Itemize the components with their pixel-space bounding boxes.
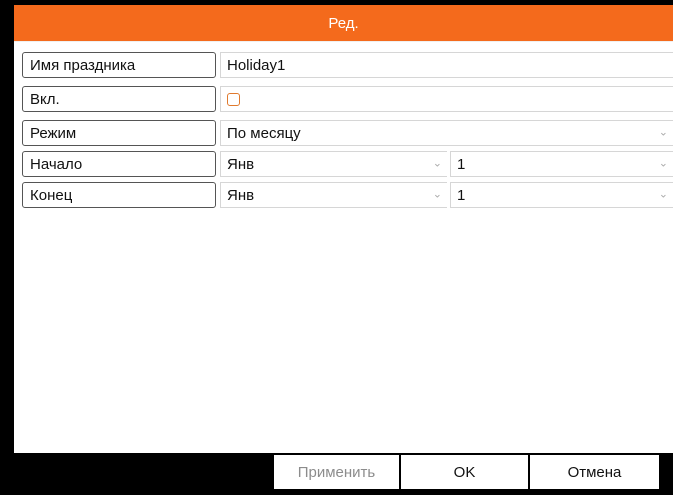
holiday-name-label: Имя праздника: [22, 52, 216, 78]
start-row: Начало Янв ⌄ 1 ⌄: [22, 151, 673, 177]
dialog-title: Ред.: [328, 14, 359, 32]
chevron-down-icon: ⌄: [432, 157, 442, 170]
end-month-select[interactable]: Янв ⌄: [220, 182, 447, 208]
dialog-title-bar: Ред.: [14, 5, 673, 41]
mode-label: Режим: [22, 120, 216, 146]
cancel-button[interactable]: Отмена: [530, 455, 659, 489]
end-label: Конец: [22, 182, 216, 208]
enable-checkbox[interactable]: [227, 92, 240, 106]
holiday-name-value: Holiday1: [227, 56, 286, 74]
end-day-value: 1: [457, 186, 466, 204]
start-day-select[interactable]: 1 ⌄: [450, 151, 673, 177]
start-label: Начало: [22, 151, 216, 177]
end-day-select[interactable]: 1 ⌄: [450, 182, 673, 208]
mode-select[interactable]: По месяцу ⌄: [220, 120, 673, 146]
end-row: Конец Янв ⌄ 1 ⌄: [22, 182, 673, 208]
chevron-down-icon: ⌄: [658, 188, 668, 201]
start-month-select[interactable]: Янв ⌄: [220, 151, 447, 177]
enable-field: [220, 86, 673, 112]
apply-button[interactable]: Применить: [274, 455, 399, 489]
chevron-down-icon: ⌄: [658, 126, 668, 139]
mode-value: По месяцу: [227, 124, 301, 142]
start-day-value: 1: [457, 155, 466, 173]
chevron-down-icon: ⌄: [658, 157, 668, 170]
edit-holiday-dialog: Ред. Имя праздника Holiday1 Вкл. Режим П…: [14, 5, 673, 495]
enable-label: Вкл.: [22, 86, 216, 112]
mode-row: Режим По месяцу ⌄: [22, 120, 673, 146]
holiday-name-row: Имя праздника Holiday1: [22, 52, 673, 78]
title-divider: [14, 41, 673, 42]
holiday-name-input[interactable]: Holiday1: [220, 52, 673, 78]
ok-button[interactable]: OK: [401, 455, 528, 489]
enable-row: Вкл.: [22, 86, 673, 112]
start-month-value: Янв: [227, 155, 255, 173]
end-month-value: Янв: [227, 186, 255, 204]
chevron-down-icon: ⌄: [432, 188, 442, 201]
